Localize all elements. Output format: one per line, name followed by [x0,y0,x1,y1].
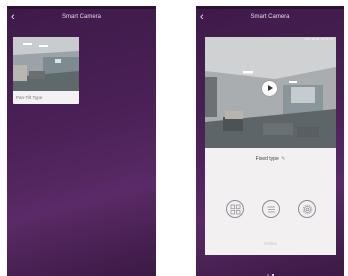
page-indicator [267,263,277,276]
camera-name-row[interactable]: Fixed type ✎ [205,156,336,162]
camera-name: Fixed type [255,156,279,162]
nav-bar: ‹ Smart Camera [7,9,156,27]
page-title: Smart Camera [61,14,101,20]
grid-icon[interactable] [226,200,244,218]
settings-gear-icon[interactable] [298,200,316,218]
menu-list-icon[interactable] [262,200,280,218]
camera-thumbnail [13,37,79,91]
video-timestamp: 2017-06-01 10:21:33 [304,38,333,41]
camera-control-panel: Fixed type ✎ Online [205,148,336,255]
camera-name: Pan-Tilt Type [16,95,43,100]
camera-detail-screen: ‹ Smart Camera 2017-06-01 10:21:33 Fixed… [196,6,344,276]
nav-bar: ‹ Smart Camera [196,9,344,27]
page-title: Smart Camera [250,14,290,20]
video-player[interactable]: 2017-06-01 10:21:33 [205,37,336,148]
camera-list-screen: ‹ Smart Camera Pan-Tilt Type [7,6,156,276]
play-icon[interactable] [262,81,277,96]
camera-card[interactable]: Pan-Tilt Type [13,37,79,104]
status-text: Online [263,241,277,246]
pencil-icon[interactable]: ✎ [281,156,285,162]
